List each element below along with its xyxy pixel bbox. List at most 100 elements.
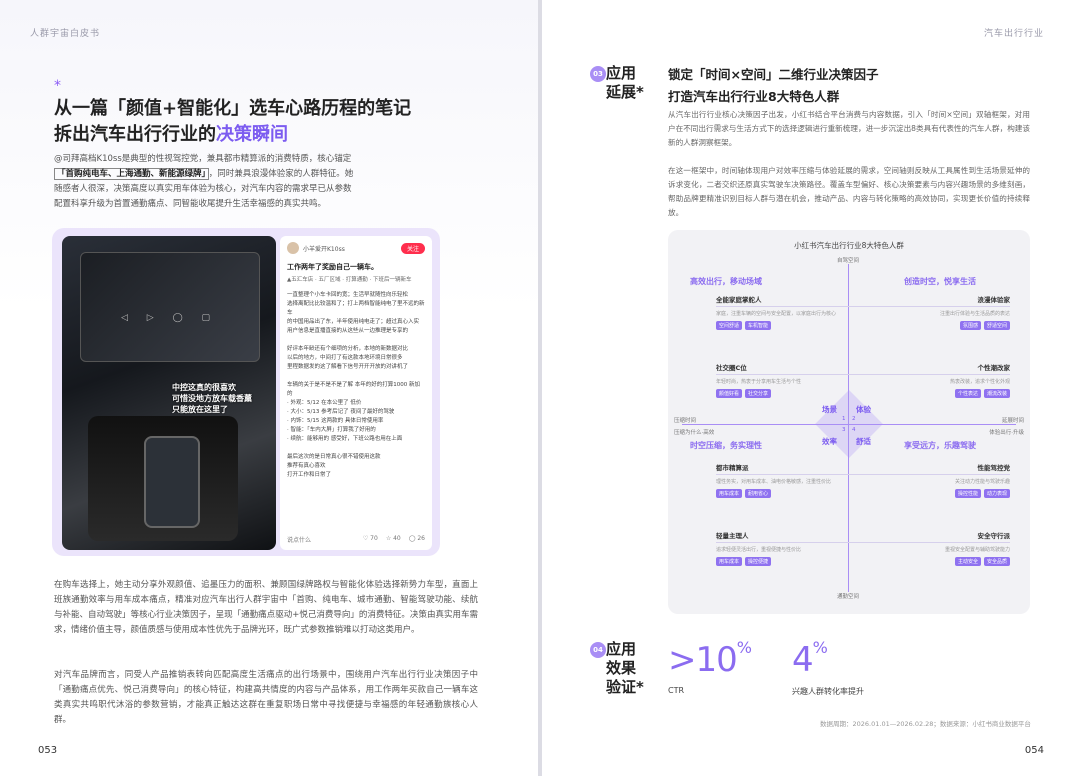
crowd-name: 都市精算派: [716, 462, 866, 475]
intro-text-d: 配置科享升级为首置通勤痛点、同智能收尾提升生活幸福感的真实共鸣。: [54, 199, 327, 209]
crowd-tag: 耐用省心: [745, 489, 772, 498]
crowd-tag: 空间舒适: [716, 321, 743, 330]
center-diamond: [815, 390, 883, 458]
section-label-line-1: 应用: [606, 64, 637, 82]
metric-conversion-number: 4: [792, 640, 814, 680]
crowd-group-romantic-experiencer: 浪漫体验家 注重出行体验与生活品质的表达 氛围感 舒适空间: [860, 294, 1010, 330]
right-paragraph-1: 从汽车出行行业核心决策因子出发，小红书结合平台消费与内容数据，引入「时间×空间」…: [668, 110, 1030, 147]
quadrant-top-left-title: 高效出行，移动场域: [690, 277, 762, 286]
crowd-tag: 主动安全: [954, 557, 981, 566]
crowd-group-family-helmsman: 全能家庭掌舵人 家庭，注重车辆的空间与安全配置，以家庭出行为核心 空间舒适 车机智…: [716, 294, 866, 330]
collect-button[interactable]: ☆ 40: [386, 535, 401, 544]
crowd-tag: 操控性能: [954, 489, 981, 498]
axis-left-sublabel: 压缩为什么·高效: [674, 430, 715, 436]
section-title-line-2: 打造汽车出行行业8大特色人群: [668, 89, 840, 104]
page-number-left: 053: [38, 745, 58, 756]
crowd-tags: 操控性能 动力表现: [860, 489, 1010, 498]
crowd-tag: 氛围感: [959, 321, 981, 330]
follow-button[interactable]: 关注: [400, 242, 425, 254]
crowd-desc: 重视安全配置与辅助驾驶能力: [944, 547, 1010, 553]
section-badge-04: 04: [590, 642, 606, 658]
metric-conversion-label: 兴趣人群转化率提升: [792, 687, 864, 696]
crowd-tag: 颜值好看: [716, 389, 743, 398]
crowd-desc: 注重出行体验与生活品质的表达: [939, 311, 1010, 317]
axis-bottom-label: 通勤空间: [836, 594, 859, 600]
crowd-tag: 社交分享: [745, 389, 772, 398]
data-source-note: 数据周期：2026.01.01—2026.02.28；数据来源：小红书商业数据平…: [820, 720, 1031, 728]
book-spread: 人群宇宙白皮书 * 从一篇「颜值+智能化」选车心路历程的笔记 拆出汽车出行行业的…: [0, 0, 1080, 776]
crowd-name: 性能驾控党: [860, 462, 1010, 475]
crowd-tag: 动力表现: [983, 489, 1010, 498]
crowd-tag: 安全品质: [983, 557, 1010, 566]
intro-keyword-box: 「首购纯电车、上海通勤、新能源绿牌」: [54, 168, 209, 180]
comment-input[interactable]: 说点什么: [287, 535, 311, 544]
crowd-tag: 潮流改装: [983, 389, 1010, 398]
post-body: 一直整理个小车卡回的宽；生活早就随性向乐轻松 选择离配比比较温和了；打上两档智能…: [287, 292, 425, 478]
title-star: *: [54, 78, 61, 94]
crowd-tag: 操控便捷: [745, 557, 772, 566]
quadrant-bottom-right-title: 享受远方，乐趣驾驶: [904, 441, 976, 450]
crowd-tag: 车机智能: [745, 321, 772, 330]
center-word-comfort: 舒适: [856, 437, 871, 446]
crowd-desc: 家庭，注重车辆的空间与安全配置，以家庭出行为核心: [716, 311, 837, 317]
crowd-name: 全能家庭掌舵人: [716, 294, 866, 307]
section-title-line-1: 锁定「时间×空间」二维行业决策因子: [668, 67, 879, 82]
running-head-right: 汽车出行行业: [983, 29, 1044, 39]
section-label-line-1: 应用: [606, 640, 637, 658]
running-head-left: 人群宇宙白皮书: [30, 29, 101, 39]
car-interior-photo: ◁ ▷ ◯ ▢ 中控这真的很喜欢 可惜没地方放车载香薰 只能放在这里了: [62, 236, 276, 550]
photo-caption: 中控这真的很喜欢 可惜没地方放车载香薰 只能放在这里了: [172, 382, 252, 415]
body-paragraph-3: 对汽车品牌而言，同受人产品推销表转向匹配高度生活痛点的出行场景中，围绕用户汽车出…: [54, 670, 478, 725]
section-label-apply-extend: 应用 延展*: [606, 64, 644, 102]
crowd-desc: 关注动力性能与驾驶乐趣: [954, 479, 1010, 485]
crowd-tag: 用车成本: [716, 489, 743, 498]
body-paragraph-2: 在购车选择上，她主动分享外观颜值、追墨压力的面积、兼顾国绿牌路权与智能化体验选择…: [54, 580, 478, 635]
section-label-line-3: 验证*: [606, 678, 644, 696]
center-word-experience: 体验: [856, 405, 871, 414]
crowd-desc: 追求轻便灵活出行，重视便捷与性价比: [716, 547, 802, 553]
comment-button[interactable]: ◯ 26: [409, 535, 425, 544]
like-button[interactable]: ♡ 70: [363, 535, 378, 544]
metric-ctr-unit: %: [736, 638, 752, 657]
crowd-name: 轻量主理人: [716, 530, 866, 543]
crowd-group-social-c: 社交圈C位 年轻时尚，热衷于分享用车生活与个性 颜值好看 社交分享: [716, 362, 866, 398]
intro-paragraph: @司拜高档K10ss是典型的性视驾控党，兼具都市精算派的消费特质，核心锚定 「首…: [54, 152, 478, 212]
post-tags[interactable]: ▲五汇车店 · 五厂区域 · 打算通勤 · 下班后一辆新车: [287, 275, 425, 283]
crowd-group-safety-keeper: 安全守行派 重视安全配置与辅助驾驶能力 主动安全 安全品质: [860, 530, 1010, 566]
crowd-tags: 个性表达 潮流改装: [860, 389, 1010, 398]
section-title: 锁定「时间×空间」二维行业决策因子 打造汽车出行行业8大特色人群: [668, 64, 878, 108]
crowd-tags: 主动安全 安全品质: [860, 557, 1010, 566]
section-label-effect-verify: 应用 效果 验证*: [606, 640, 644, 697]
crowd-name: 安全守行派: [860, 530, 1010, 543]
post-author[interactable]: 小羊爱开K10ss: [303, 244, 345, 253]
crowd-tags: 颜值好看 社交分享: [716, 389, 866, 398]
crowd-group-performance-driver: 性能驾控党 关注动力性能与驾驶乐趣 操控性能 动力表现: [860, 462, 1010, 498]
post-title: 工作两年了奖励自己一辆车。: [287, 263, 378, 271]
crowd-tags: 空间舒适 车机智能: [716, 321, 866, 330]
crowd-desc: 理性务实，对用车成本、油电价格敏感，注重性价比: [716, 479, 832, 485]
crowd-name: 个性潮改家: [860, 362, 1010, 375]
left-page: 人群宇宙白皮书 * 从一篇「颜值+智能化」选车心路历程的笔记 拆出汽车出行行业的…: [0, 0, 538, 776]
section-label-line-2: 效果: [606, 659, 637, 677]
crowd-tag: 个性表达: [954, 389, 981, 398]
axis-top-label: 自驾空间: [836, 258, 859, 264]
crowd-group-light-owner: 轻量主理人 追求轻便灵活出行，重视便捷与性价比 用车成本 操控便捷: [716, 530, 866, 566]
crowd-tag: 用车成本: [716, 557, 743, 566]
avatar[interactable]: [287, 242, 299, 254]
crowd-tags: 用车成本 耐用省心: [716, 489, 866, 498]
axis-right-label: 延展时间: [1001, 418, 1024, 424]
center-num-1: 1: [842, 416, 846, 422]
page-title: 从一篇「颜值+智能化」选车心路历程的笔记 拆出汽车出行行业的决策瞬间: [54, 96, 411, 148]
screen-controls-icon: ◁ ▷ ◯ ▢: [121, 313, 219, 323]
crowd-name: 社交圈C位: [716, 362, 866, 375]
title-line-2-text: 拆出汽车出行行业的: [54, 124, 216, 145]
intro-text-a: @司拜高档K10ss是典型的性视驾控党，兼具都市精算派的消费特质，核心锚定: [54, 154, 352, 164]
crowd-tags: 氛围感 舒适空间: [860, 321, 1010, 330]
crowd-matrix-panel: 小红书汽车出行行业8大特色人群 自驾空间 通勤空间 压缩时间 压缩为什么·高效 …: [668, 230, 1030, 614]
center-word-scene: 场景: [822, 405, 837, 414]
title-line-1: 从一篇「颜值+智能化」选车心路历程的笔记: [54, 98, 412, 119]
metric-conversion-value: 4%: [792, 638, 828, 680]
center-num-4: 4: [852, 427, 856, 433]
title-line-2: 拆出汽车出行行业的决策瞬间: [54, 122, 411, 148]
matrix-title: 小红书汽车出行行业8大特色人群: [794, 241, 904, 250]
